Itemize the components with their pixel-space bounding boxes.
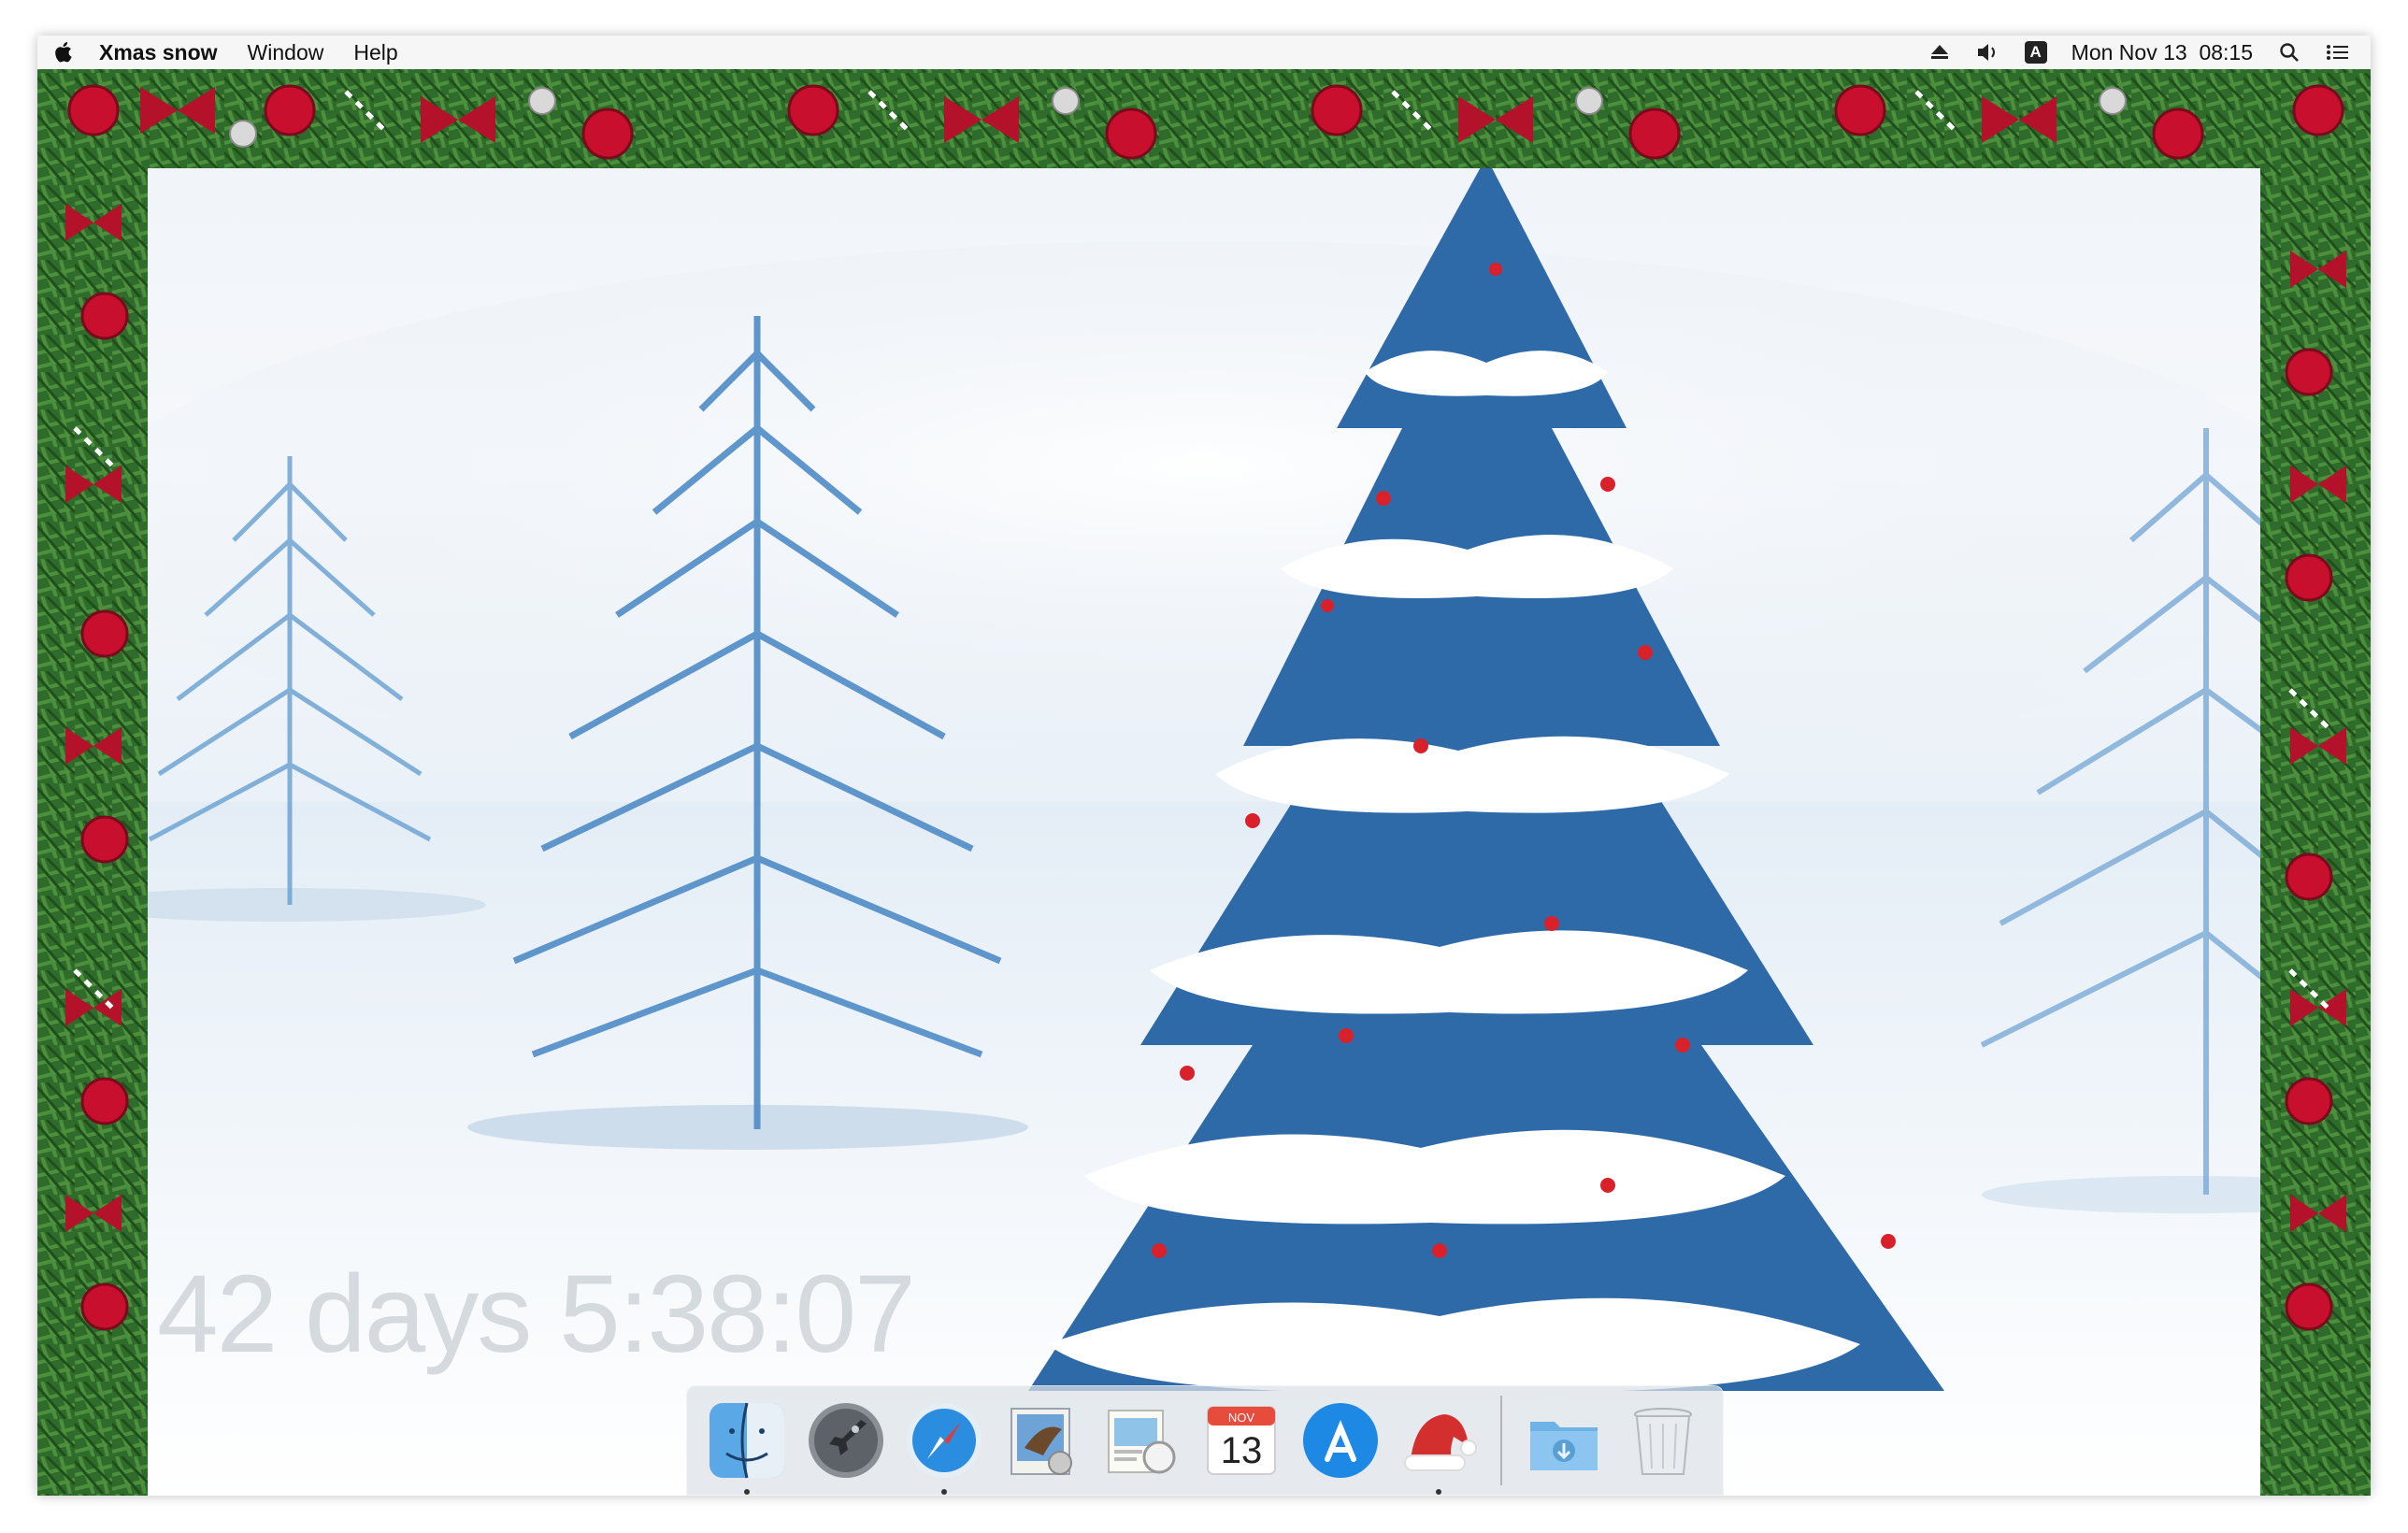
notification-center-icon[interactable] [2326, 40, 2350, 64]
spotlight-search-icon[interactable] [2277, 40, 2301, 64]
finder-icon [709, 1402, 784, 1479]
dock-xmas-snow[interactable] [1397, 1397, 1483, 1495]
dock-trash[interactable] [1620, 1397, 1706, 1483]
apple-icon[interactable] [54, 40, 75, 64]
downloads-folder-icon [1530, 1422, 1598, 1470]
dock: NOV 13 [686, 1385, 1724, 1496]
dock-mail[interactable] [1000, 1397, 1086, 1483]
calendar-day: 13 [1221, 1430, 1263, 1471]
dock-preview[interactable] [1099, 1397, 1185, 1483]
dock-safari[interactable] [902, 1397, 988, 1495]
input-source-icon[interactable]: A [2024, 41, 2047, 64]
trash-icon [1634, 1408, 1693, 1475]
calendar-month: NOV [1228, 1411, 1255, 1425]
volume-icon[interactable] [1976, 40, 2000, 64]
dock-calendar[interactable]: NOV 13 [1198, 1397, 1284, 1483]
dock-app-store[interactable] [1297, 1397, 1383, 1483]
window-menu[interactable]: Window [248, 40, 324, 65]
dock-launchpad[interactable] [803, 1397, 889, 1483]
safari-icon [907, 1403, 982, 1478]
app-menu[interactable]: Xmas snow [99, 40, 218, 65]
menu-bar: Xmas snow Window Help A Mon Nov 13 08:15 [37, 36, 2371, 69]
calendar-icon: NOV 13 [1206, 1406, 1276, 1475]
launchpad-icon [808, 1403, 883, 1478]
running-indicator [1436, 1489, 1442, 1495]
dock-finder[interactable] [704, 1397, 790, 1495]
dock-separator [1500, 1396, 1503, 1485]
preview-icon [1108, 1410, 1176, 1474]
app-store-icon [1302, 1403, 1378, 1478]
dock-downloads[interactable] [1521, 1397, 1607, 1483]
running-indicator [743, 1489, 750, 1495]
eject-icon[interactable] [1928, 40, 1952, 64]
christmas-countdown: 42 days 5:38:07 [157, 1253, 916, 1376]
clock-datetime[interactable]: Mon Nov 13 08:15 [2071, 40, 2253, 65]
desktop: Xmas snow Window Help A Mon Nov 13 08:15… [37, 36, 2371, 1496]
running-indicator [941, 1489, 948, 1495]
mail-icon [1010, 1408, 1073, 1475]
santa-hat-icon [1404, 1414, 1478, 1471]
help-menu[interactable]: Help [353, 40, 397, 65]
